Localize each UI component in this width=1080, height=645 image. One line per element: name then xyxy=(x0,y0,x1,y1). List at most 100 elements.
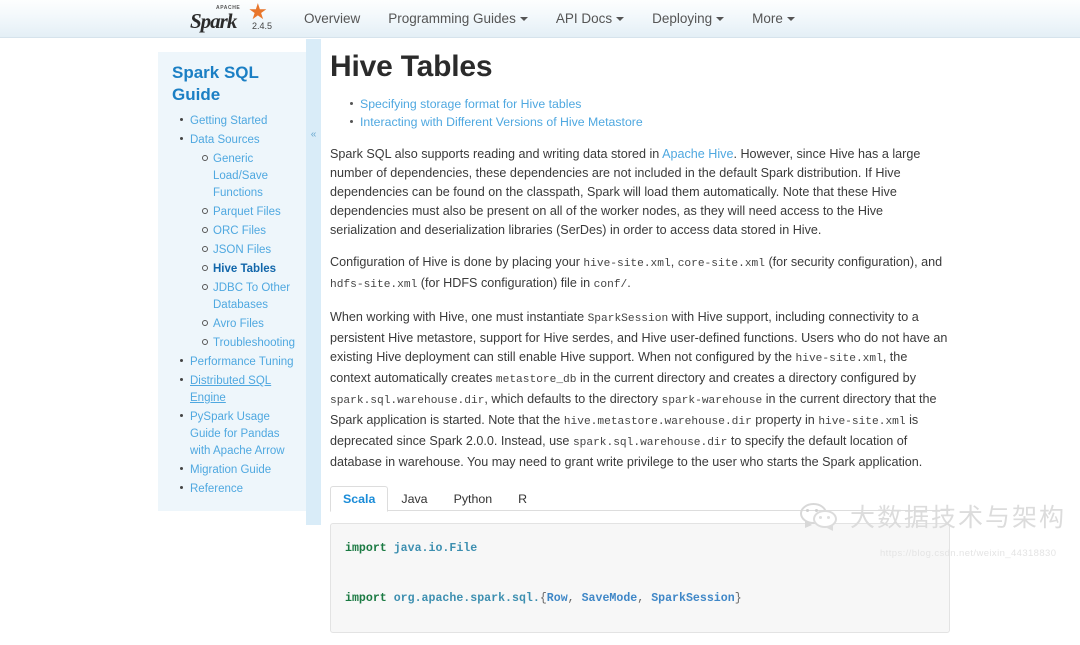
chevron-down-icon xyxy=(519,17,528,22)
spark-version: 2.4.5 xyxy=(252,21,273,31)
sidebar-link-getting-started[interactable]: Getting Started xyxy=(190,115,267,127)
sidebar-link-hive-tables[interactable]: Hive Tables xyxy=(213,263,276,275)
main-content: Hive Tables Specifying storage format fo… xyxy=(330,49,950,645)
nav-item-overview[interactable]: Overview xyxy=(290,0,374,38)
sidebar-link-orc-files[interactable]: ORC Files xyxy=(213,225,266,237)
chevron-down-icon xyxy=(716,17,725,22)
inline-code: spark.sql.warehouse.dir xyxy=(330,395,485,407)
code-token: Row xyxy=(546,592,568,605)
language-tabs: Scala Java Python R xyxy=(330,485,950,512)
toc-item: Interacting with Different Versions of H… xyxy=(350,113,950,131)
code-token: import xyxy=(345,542,387,555)
code-line: import java.io.File xyxy=(345,536,935,561)
chevron-down-icon xyxy=(786,17,795,22)
spark-logo-link[interactable]: APACHE Spark ★ 2.4.5 xyxy=(190,0,273,36)
paragraph-p3: When working with Hive, one must instant… xyxy=(330,310,948,469)
toc-link-0[interactable]: Specifying storage format for Hive table… xyxy=(360,97,581,111)
inline-code: hive-site.xml xyxy=(583,258,671,270)
inline-code: hive-site.xml xyxy=(795,353,883,365)
collapse-sidebar-button[interactable]: « xyxy=(306,128,321,142)
sidebar-item-distributed-sql-engine: Distributed SQL Engine xyxy=(180,372,298,406)
nav-item-deploying[interactable]: Deploying xyxy=(638,0,738,38)
inline-code: spark.sql.warehouse.dir xyxy=(572,437,728,449)
sidebar-item-reference: Reference xyxy=(180,480,298,497)
code-sample[interactable]: import java.io.File import org.apache.sp… xyxy=(330,523,950,633)
code-token: , xyxy=(637,592,652,605)
tab-java[interactable]: Java xyxy=(388,486,440,512)
top-navbar: APACHE Spark ★ 2.4.5 Overview Programmin… xyxy=(0,0,1080,38)
nav-label: Programming Guides xyxy=(388,11,516,26)
inline-code: hdfs-site.xml xyxy=(330,279,418,291)
sidebar-link-migration-guide[interactable]: Migration Guide xyxy=(190,464,271,476)
spark-wordmark: Spark xyxy=(190,9,237,33)
paragraph-p1: Spark SQL also supports reading and writ… xyxy=(330,147,921,237)
code-token: { xyxy=(539,592,547,605)
sidebar-item-json-files: JSON Files xyxy=(202,241,298,258)
sidebar-link-generic-load-save-functions[interactable]: Generic Load/Save Functions xyxy=(213,153,268,199)
sidebar-link-parquet-files[interactable]: Parquet Files xyxy=(213,206,281,218)
code-token: } xyxy=(734,592,742,605)
code-token: org.apache.spark.sql. xyxy=(393,592,540,605)
nav-label: Deploying xyxy=(652,11,713,26)
page-body: Spark SQL Guide Getting Started Data Sour… xyxy=(0,39,1080,633)
chevron-down-icon xyxy=(616,17,625,22)
sidebar-link-jdbc-to-other-databases[interactable]: JDBC To Other Databases xyxy=(213,282,290,311)
page-title: Hive Tables xyxy=(330,50,493,83)
inline-code: core-site.xml xyxy=(677,258,765,270)
sidebar-link-reference[interactable]: Reference xyxy=(190,483,243,495)
sidebar-item-avro-files: Avro Files xyxy=(202,315,298,332)
spark-logo: APACHE Spark ★ 2.4.5 xyxy=(190,0,273,34)
paragraph-p2: Configuration of Hive is done by placing… xyxy=(330,255,943,291)
sidebar-item-parquet-files: Parquet Files xyxy=(202,203,298,220)
sidebar-item-orc-files: ORC Files xyxy=(202,222,298,239)
sidebar-list: Getting Started Data Sources Generic Load/… xyxy=(166,112,298,497)
code-token: import xyxy=(345,592,387,605)
nav-item-api-docs[interactable]: API Docs xyxy=(542,0,638,38)
tab-scala[interactable]: Scala xyxy=(330,486,389,512)
sidebar-item-migration-guide: Migration Guide xyxy=(180,461,298,478)
toc-link-1[interactable]: Interacting with Different Versions of H… xyxy=(360,115,643,129)
code-token: SparkSession xyxy=(651,592,735,605)
sidebar-item-pyspark-usage-guide-for-pandas-with-apache-arrow: PySpark Usage Guide for Pandas with Apac… xyxy=(180,408,298,459)
nav-item-programming-guides[interactable]: Programming Guides xyxy=(374,0,542,38)
code-token: , xyxy=(567,592,582,605)
sidebar-link-distributed-sql-engine[interactable]: Distributed SQL Engine xyxy=(190,375,271,404)
sidebar-link-pyspark-usage-guide-for-pandas-with-apache-arrow[interactable]: PySpark Usage Guide for Pandas with Apac… xyxy=(190,411,285,457)
tab-r[interactable]: R xyxy=(505,486,540,512)
sidebar-item-hive-tables: Hive Tables xyxy=(202,260,298,277)
code-token: java.io.File xyxy=(393,542,478,555)
sidebar-link-troubleshooting[interactable]: Troubleshooting xyxy=(213,337,295,349)
inline-code: hive-site.xml xyxy=(818,416,906,428)
tab-python[interactable]: Python xyxy=(441,486,506,512)
nav-item-more[interactable]: More xyxy=(738,0,809,38)
table-of-contents: Specifying storage format for Hive table… xyxy=(330,95,950,131)
sidebar-item-jdbc-to-other-databases: JDBC To Other Databases xyxy=(202,279,298,313)
code-token: SaveMode xyxy=(581,592,638,605)
sidebar-collapse-rail: « xyxy=(306,39,321,525)
sidebar-title: Spark SQL Guide xyxy=(172,63,259,104)
sidebar-item-performance-tuning: Performance Tuning xyxy=(180,353,298,370)
sidebar-item-troubleshooting: Troubleshooting xyxy=(202,334,298,351)
sidebar-link-json-files[interactable]: JSON Files xyxy=(213,244,271,256)
inline-code: SparkSession xyxy=(587,313,669,325)
nav-label: More xyxy=(752,11,783,26)
primary-nav: Overview Programming Guides API Docs Dep… xyxy=(290,0,809,38)
sidebar-item-generic-load-save-functions: Generic Load/Save Functions xyxy=(202,150,298,201)
sidebar-sublist: Generic Load/Save Functions Parquet Files… xyxy=(190,150,298,351)
nav-label: API Docs xyxy=(555,11,613,26)
inline-code: spark-warehouse xyxy=(661,395,763,407)
sidebar-link-avro-files[interactable]: Avro Files xyxy=(213,318,264,330)
sidebar-navigation: Spark SQL Guide Getting Started Data Sour… xyxy=(158,52,306,511)
sidebar-link-performance-tuning[interactable]: Performance Tuning xyxy=(190,356,294,368)
article-body: Spark SQL also supports reading and writ… xyxy=(330,145,950,472)
nav-label: Overview xyxy=(304,11,361,26)
inline-link[interactable]: Apache Hive xyxy=(662,147,733,161)
toc-item: Specifying storage format for Hive table… xyxy=(350,95,950,113)
sidebar-item-getting-started: Getting Started xyxy=(180,112,298,129)
sidebar-link-data-sources[interactable]: Data Sources xyxy=(190,134,260,146)
sidebar-item-data-sources: Data Sources Generic Load/Save Functions P… xyxy=(180,131,298,351)
